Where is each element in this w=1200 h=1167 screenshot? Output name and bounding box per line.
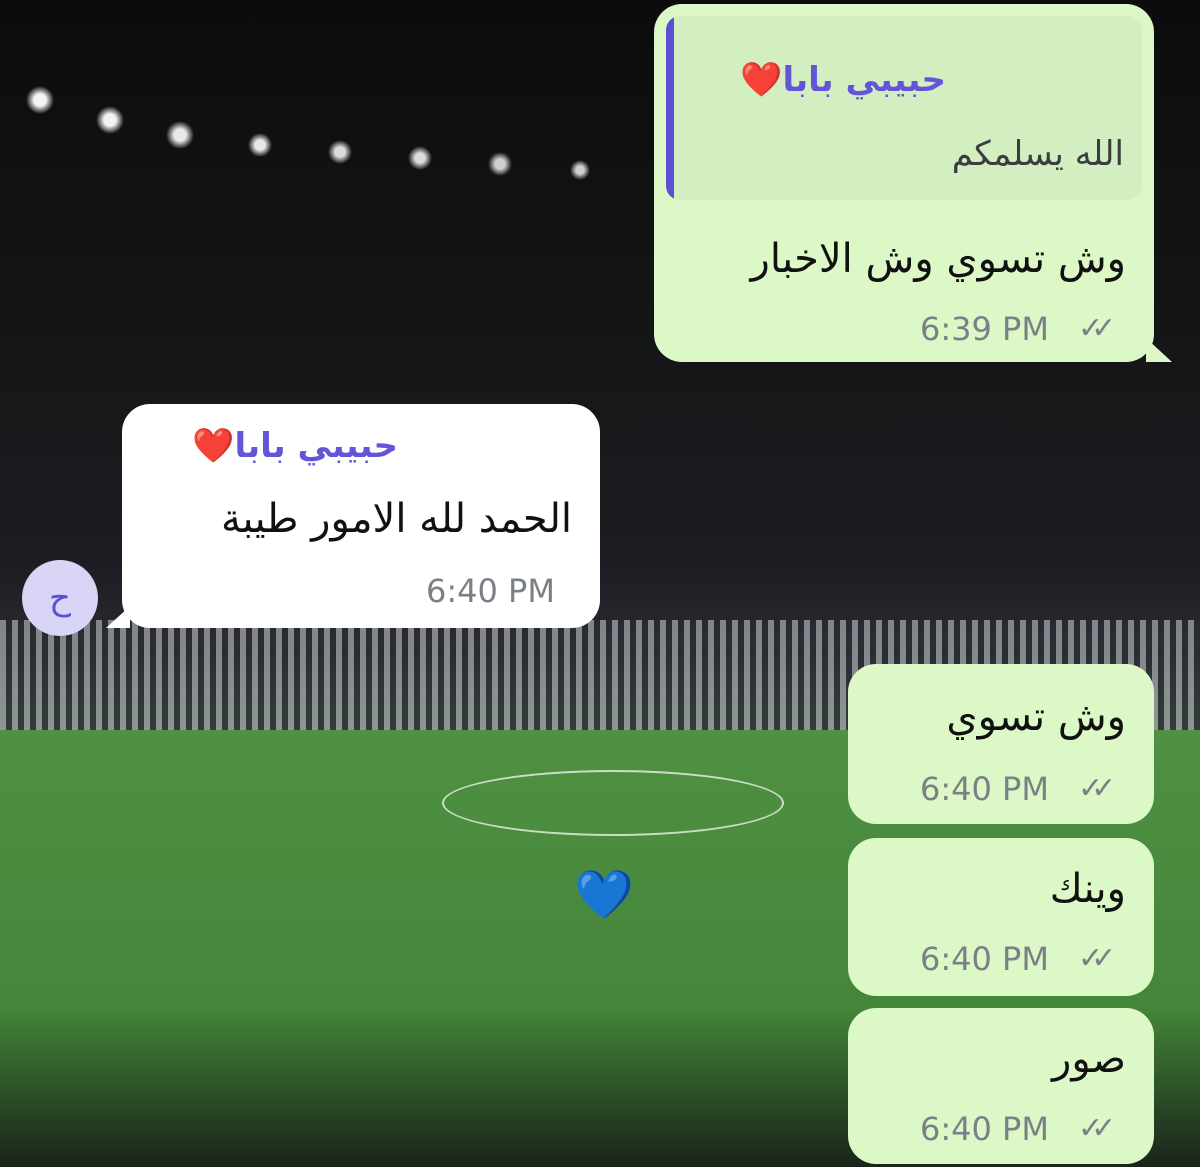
reply-quote-bar bbox=[666, 16, 674, 200]
double-check-icon: ✓✓ bbox=[1078, 941, 1116, 976]
reply-text: الله يسلمكم bbox=[951, 134, 1124, 174]
pitch-center-circle bbox=[442, 770, 784, 836]
contact-avatar[interactable]: ح bbox=[22, 560, 98, 636]
double-check-icon: ✓✓ bbox=[1078, 311, 1116, 346]
sender-name: حبيبي بابا❤️ bbox=[192, 426, 398, 466]
reply-quote[interactable]: حبيبي بابا❤️ الله يسلمكم bbox=[666, 16, 1142, 200]
message-text: وش تسوي وش الاخبار bbox=[750, 236, 1126, 282]
message-bubble-outgoing[interactable]: وينك 6:40 PM ✓✓ bbox=[848, 838, 1154, 996]
blue-heart-icon: 💙 bbox=[574, 867, 634, 923]
message-time: 6:40 PM bbox=[920, 770, 1049, 808]
reply-sender-name: حبيبي بابا❤️ bbox=[740, 60, 946, 100]
message-bubble-outgoing[interactable]: صور 6:40 PM ✓✓ bbox=[848, 1008, 1154, 1164]
double-check-icon: ✓✓ bbox=[1078, 1111, 1116, 1146]
message-text: وش تسوي bbox=[946, 694, 1126, 740]
message-text: الحمد لله الامور طيبة bbox=[220, 496, 572, 542]
floodlights bbox=[0, 40, 650, 190]
message-time: 6:40 PM bbox=[426, 572, 555, 610]
message-bubble-outgoing[interactable]: وش تسوي 6:40 PM ✓✓ bbox=[848, 664, 1154, 824]
double-check-icon: ✓✓ bbox=[1078, 771, 1116, 806]
message-bubble-outgoing[interactable]: حبيبي بابا❤️ الله يسلمكم وش تسوي وش الاخ… bbox=[654, 4, 1154, 362]
message-text: صور bbox=[1052, 1036, 1126, 1082]
message-time: 6:40 PM bbox=[920, 1110, 1049, 1148]
message-bubble-incoming[interactable]: حبيبي بابا❤️ الحمد لله الامور طيبة 6:40 … bbox=[122, 404, 600, 628]
message-time: 6:39 PM bbox=[920, 310, 1049, 348]
message-text: وينك bbox=[1049, 866, 1126, 912]
message-time: 6:40 PM bbox=[920, 940, 1049, 978]
